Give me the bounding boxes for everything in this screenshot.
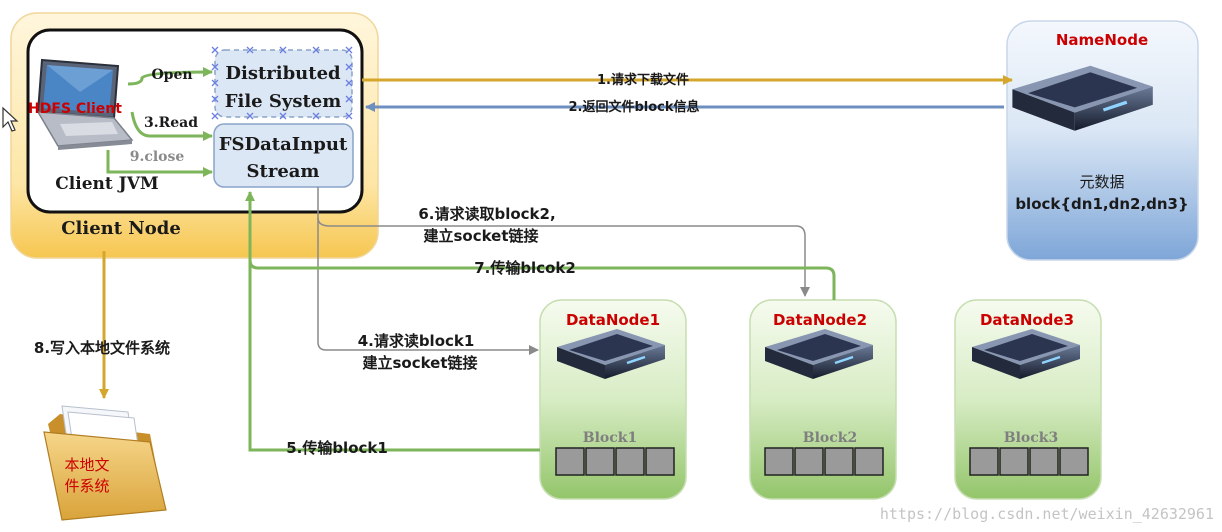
fsdatainputstream-box: FSDataInput Stream <box>213 123 354 188</box>
fsdis-title-line1: FSDataInput <box>219 134 348 155</box>
watermark: https://blog.csdn.net/weixin_42632961 <box>880 505 1214 523</box>
datanode-2-title: DataNode2 <box>773 311 867 329</box>
dfs-title-line1: Distributed <box>225 63 341 84</box>
step-2-label: 2.返回文件block信息 <box>568 99 699 115</box>
datanode-3: DataNode3 Block3 <box>954 299 1102 500</box>
read-label: 3.Read <box>144 115 198 131</box>
namenode-meta-line2: block{dn1,dn2,dn3} <box>1015 195 1188 213</box>
step-4-label-line2: 建立socket链接 <box>362 354 477 372</box>
close-label: 9.close <box>130 149 185 165</box>
step-7-label: 7.传输blcok2 <box>474 259 576 277</box>
datanode-1-block-label: Block1 <box>583 430 637 446</box>
datanode-2: DataNode2 Block2 <box>749 299 897 500</box>
datanode-3-block-label: Block3 <box>1004 430 1058 446</box>
step-8-label: 8.写入本地文件系统 <box>34 339 170 357</box>
client-node: Client Node Client JVM HDFS Client Distr… <box>10 12 379 259</box>
fsdis-title-line2: Stream <box>247 161 320 182</box>
step-1-label: 1.请求下载文件 <box>597 72 689 88</box>
step-6-label-line1: 6.请求读取block2, <box>418 205 555 223</box>
namenode-meta-line1: 元数据 <box>1079 173 1124 191</box>
step-6-label-line2: 建立socket链接 <box>423 227 538 245</box>
hdfs-client-label: HDFS Client <box>28 101 122 117</box>
datanode-3-title: DataNode3 <box>980 311 1074 329</box>
client-jvm-label: Client JVM <box>55 174 159 194</box>
local-fs-label-line2: 件系统 <box>64 477 109 495</box>
dfs-title-line2: File System <box>225 91 342 112</box>
step-5-label: 5.传输block1 <box>286 439 388 457</box>
client-node-label: Client Node <box>61 218 181 239</box>
local-fs-label-line1: 本地文 <box>64 456 109 474</box>
datanode-2-block-label: Block2 <box>803 430 857 446</box>
step-4-label-line1: 4.请求读block1 <box>358 332 475 350</box>
datanode-1: DataNode1 Block1 <box>539 299 687 500</box>
open-label: Open <box>151 67 192 83</box>
arrow-6-request-block2 <box>317 217 810 297</box>
distributed-file-system-box: Distributed File System <box>211 46 353 120</box>
namenode: NameNode 元数据 block{dn1,dn2,dn3} <box>1006 20 1199 261</box>
namenode-title: NameNode <box>1056 31 1148 49</box>
datanode-1-title: DataNode1 <box>566 311 660 329</box>
hdfs-read-flow-diagram: Client Node Client JVM HDFS Client Distr… <box>2 12 1214 523</box>
